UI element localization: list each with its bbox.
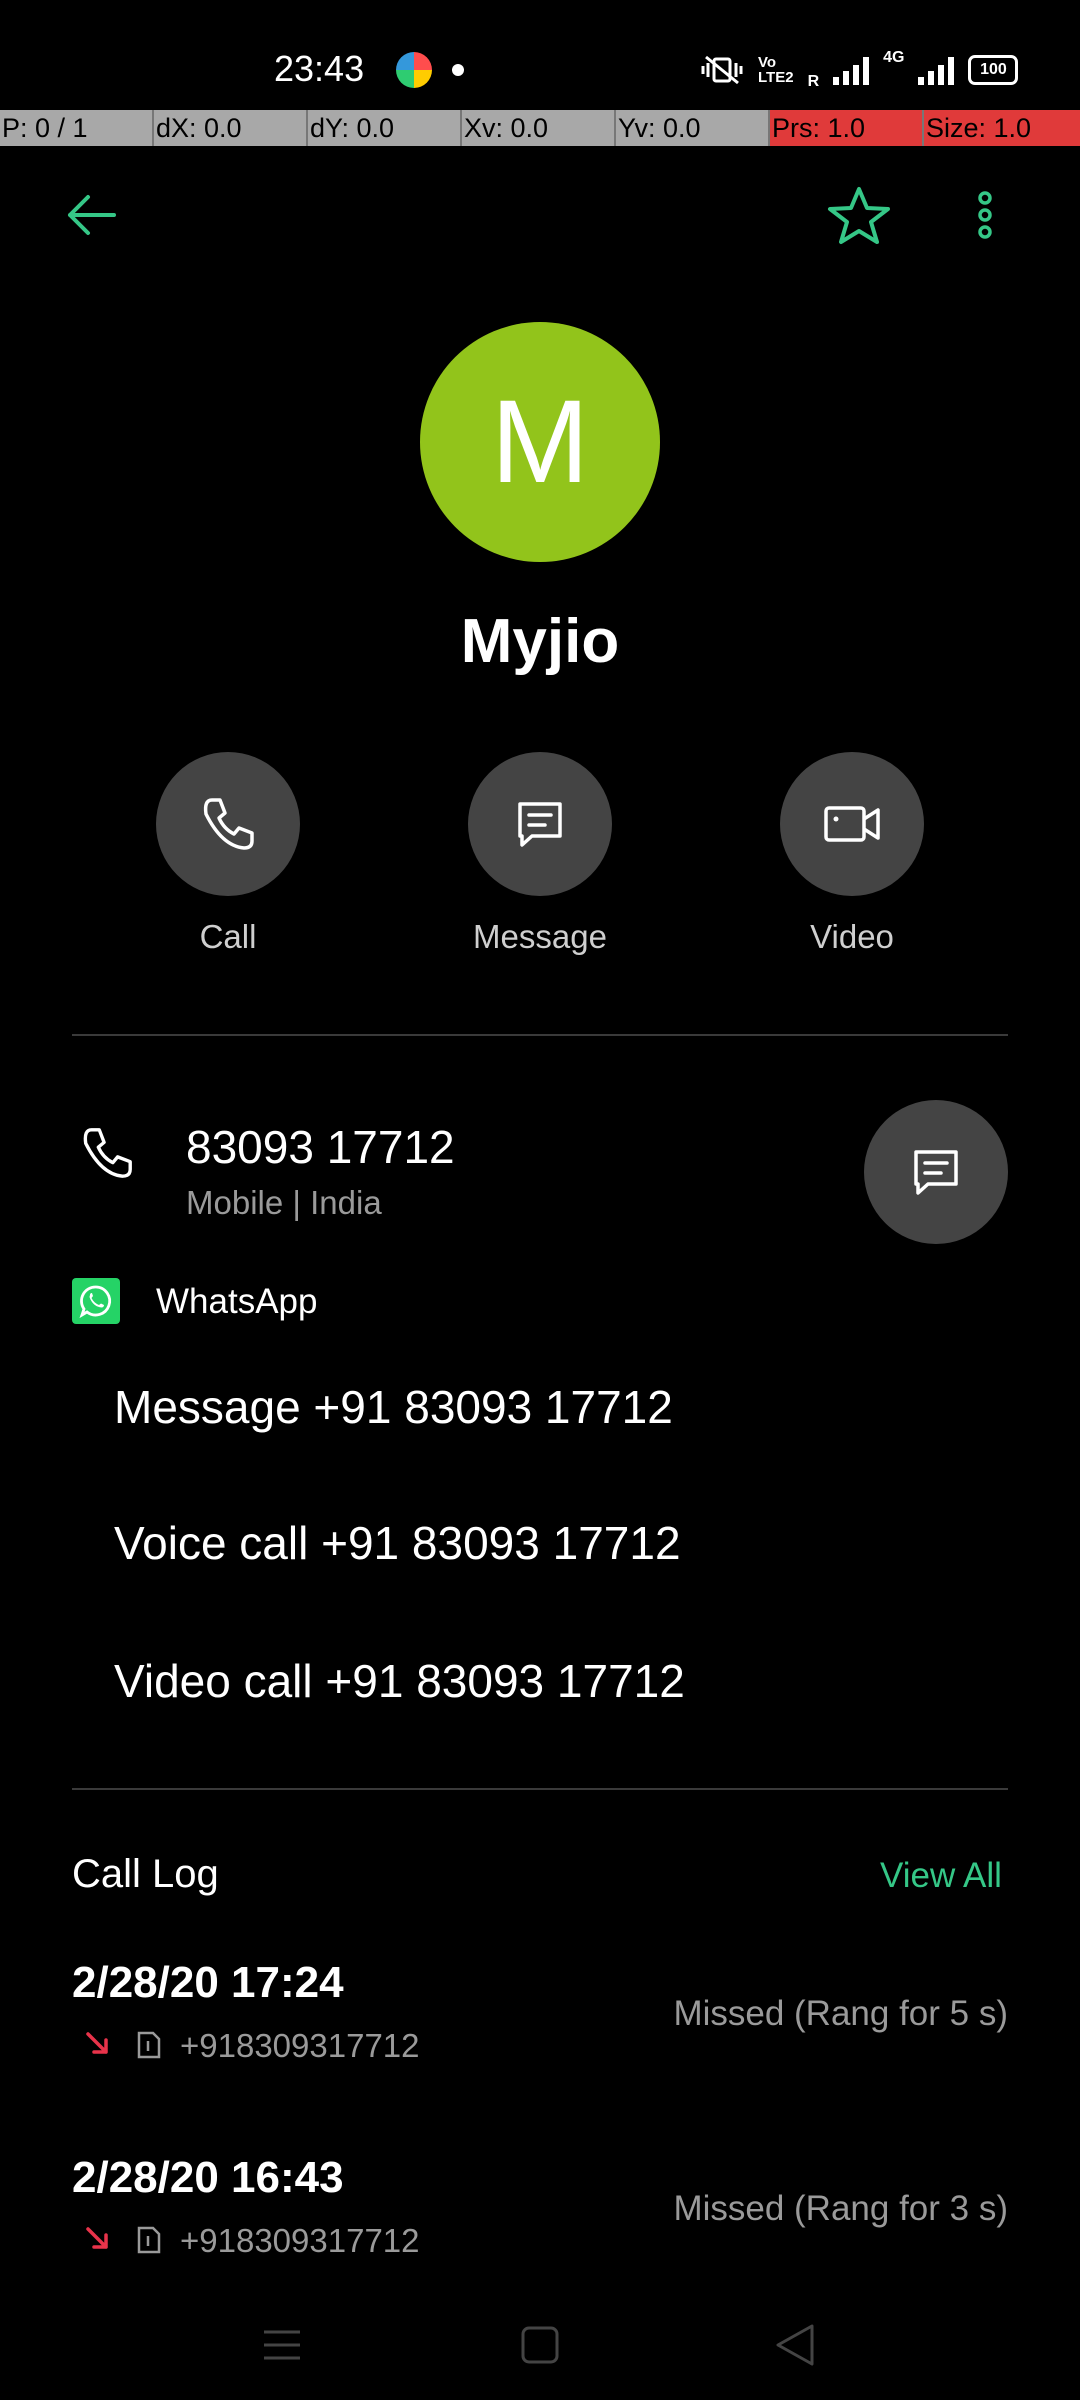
- call-log-number: +918309317712: [180, 2222, 420, 2259]
- sim-icon: [137, 2226, 161, 2254]
- whatsapp-label: WhatsApp: [156, 1282, 318, 1321]
- notification-dot-icon: [452, 64, 464, 76]
- sim-icon: [137, 2031, 161, 2059]
- pointer-cell: dX: 0.0: [154, 110, 308, 146]
- view-all-link[interactable]: View All: [880, 1856, 1002, 1896]
- pointer-cell: Xv: 0.0: [462, 110, 616, 146]
- vibrate-icon: [701, 55, 743, 85]
- whatsapp-icon: [72, 1278, 120, 1324]
- status-icons: Vo LTE2 R 4G 100: [700, 49, 1019, 90]
- video-camera-icon: [824, 806, 880, 842]
- missed-call-icon: [86, 2227, 108, 2249]
- video-button[interactable]: [780, 752, 924, 896]
- divider: [72, 1788, 1008, 1790]
- signal-icon: [833, 55, 870, 85]
- back-nav-icon[interactable]: [776, 2324, 814, 2366]
- whatsapp-video-call-action[interactable]: Video call +91 83093 17712: [114, 1654, 685, 1708]
- menu-nav-icon[interactable]: [264, 2330, 300, 2360]
- call-log-title: Call Log: [72, 1852, 219, 1896]
- pointer-cell: P: 0 / 1: [0, 110, 154, 146]
- more-options-button[interactable]: [962, 185, 1008, 245]
- call-label: Call: [199, 918, 257, 955]
- call-log-status: Missed (Rang for 5 s): [673, 1994, 1008, 2033]
- whatsapp-message-action[interactable]: Message +91 83093 17712: [114, 1380, 673, 1434]
- battery-icon: 100: [968, 55, 1019, 85]
- send-message-button[interactable]: [864, 1100, 1008, 1244]
- pointer-cell: Prs: 1.0: [770, 110, 924, 146]
- back-button[interactable]: [58, 185, 128, 245]
- signal-icon-2: [918, 55, 955, 85]
- app-notification-icon: [396, 52, 432, 88]
- phone-number[interactable]: 83093 17712: [186, 1120, 455, 1174]
- battery-level: 100: [980, 61, 1007, 78]
- back-arrow-icon: [68, 195, 116, 235]
- call-log-number: +918309317712: [180, 2027, 420, 2064]
- call-log-date: 2/28/20 17:24: [72, 1958, 344, 2007]
- pointer-cell: Size: 1.0: [924, 110, 1080, 146]
- phone-icon: [83, 1128, 132, 1178]
- star-icon: [828, 187, 890, 244]
- phone-type-label: Mobile | India: [186, 1184, 382, 1221]
- message-icon: [518, 802, 562, 847]
- pointer-location-bar: P: 0 / 1 dX: 0.0 dY: 0.0 Xv: 0.0 Yv: 0.0…: [0, 110, 1080, 146]
- avatar: M: [420, 322, 660, 562]
- favorite-button[interactable]: [826, 185, 892, 245]
- contact-name: Myjio: [460, 607, 620, 676]
- call-button[interactable]: [156, 752, 300, 896]
- whatsapp-voice-call-action[interactable]: Voice call +91 83093 17712: [114, 1516, 681, 1570]
- phone-icon: [203, 798, 254, 850]
- message-label: Message: [473, 918, 607, 955]
- status-time: 23:43: [274, 48, 365, 89]
- message-button[interactable]: [468, 752, 612, 896]
- missed-call-icon: [86, 2032, 108, 2054]
- divider: [72, 1034, 1008, 1036]
- message-icon: [914, 1150, 958, 1195]
- volte-label: Vo LTE2: [758, 54, 794, 86]
- call-log-status: Missed (Rang for 3 s): [673, 2189, 1008, 2228]
- home-nav-icon[interactable]: [521, 2326, 559, 2364]
- network-type-label: 4G: [883, 49, 905, 66]
- navigation-bar: [264, 2324, 814, 2366]
- call-log-date: 2/28/20 16:43: [72, 2153, 344, 2202]
- more-vert-icon: [978, 191, 992, 239]
- roaming-label: R: [807, 73, 820, 90]
- video-label: Video: [810, 918, 894, 955]
- pointer-cell: Yv: 0.0: [616, 110, 770, 146]
- pointer-cell: dY: 0.0: [308, 110, 462, 146]
